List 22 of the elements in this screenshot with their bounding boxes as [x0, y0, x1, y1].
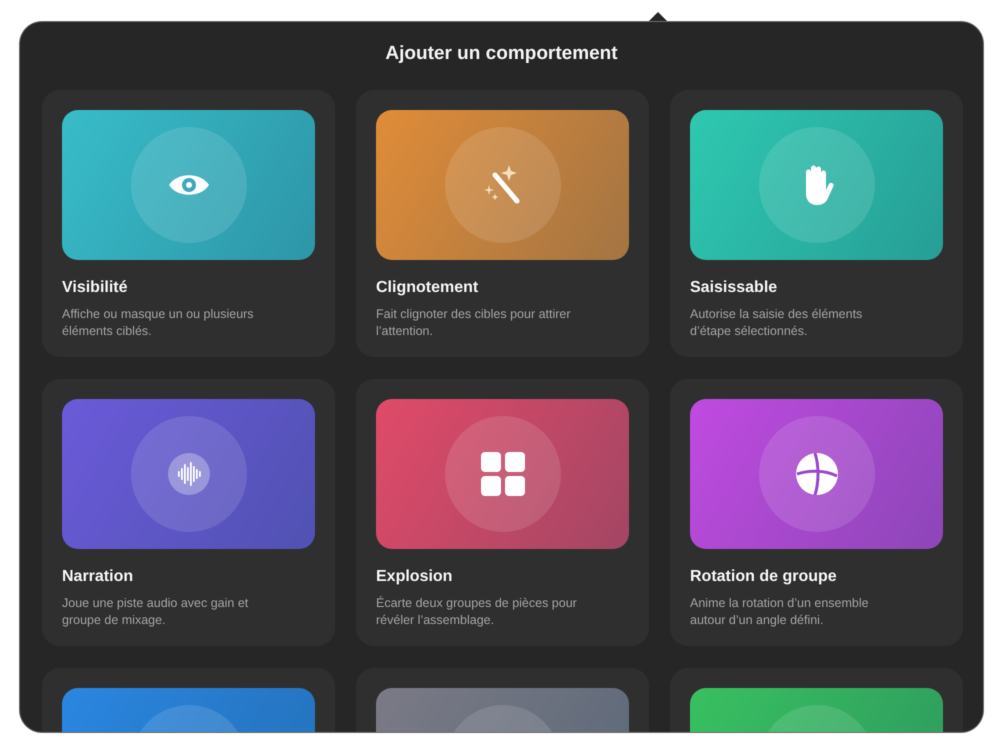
- behavior-card[interactable]: Visibilité Affiche ou masque un ou plusieurs éléments ciblés.: [42, 90, 335, 357]
- behavior-card[interactable]: Saisissable Autorise la saisie des éléments d’étape sélectionnés.: [670, 90, 963, 357]
- popover-title: Ajouter un comportement: [384, 42, 619, 66]
- behavior-description: Joue une piste audio avec gain et groupe de mixage.: [62, 595, 250, 629]
- sphere-icon: [794, 452, 838, 496]
- behavior-title: Visibilité: [62, 279, 129, 297]
- grid-icon: [480, 452, 524, 496]
- behavior-title: Clignotement: [376, 279, 480, 297]
- behavior-description: Autorise la saisie des éléments d’étape sélectionnés.: [690, 306, 864, 340]
- behavior-title: Rotation de groupe: [690, 568, 838, 586]
- behavior-description: Affiche ou masque un ou plusieurs éléments ciblés.: [62, 306, 255, 340]
- behavior-card[interactable]: Clignotement Fait clignoter des cibles pour attirer l’attention.: [356, 90, 649, 357]
- behavior-title: Explosion: [376, 568, 454, 586]
- behavior-card[interactable]: Explosion Écarte deux groupes de pièces pour révéler l’assemblage.: [356, 379, 649, 646]
- waveform-icon: [168, 453, 210, 495]
- behavior-card[interactable]: Narration Joue une piste audio avec gain et groupe de mixage.: [42, 379, 335, 646]
- behavior-description: Écarte deux groupes de pièces pour révéler l’assemblage.: [376, 595, 578, 629]
- behavior-description: Fait clignoter des cibles pour attirer l’attention.: [376, 306, 572, 340]
- behavior-card[interactable]: Rotation de groupe Anime la rotation d’un ensemble autour d’un angle défini.: [670, 379, 963, 646]
- behavior-title: Saisissable: [690, 279, 778, 297]
- behavior-title: Narration: [62, 568, 134, 586]
- behavior-description: Anime la rotation d’un ensemble autour d’un angle défini.: [690, 595, 870, 629]
